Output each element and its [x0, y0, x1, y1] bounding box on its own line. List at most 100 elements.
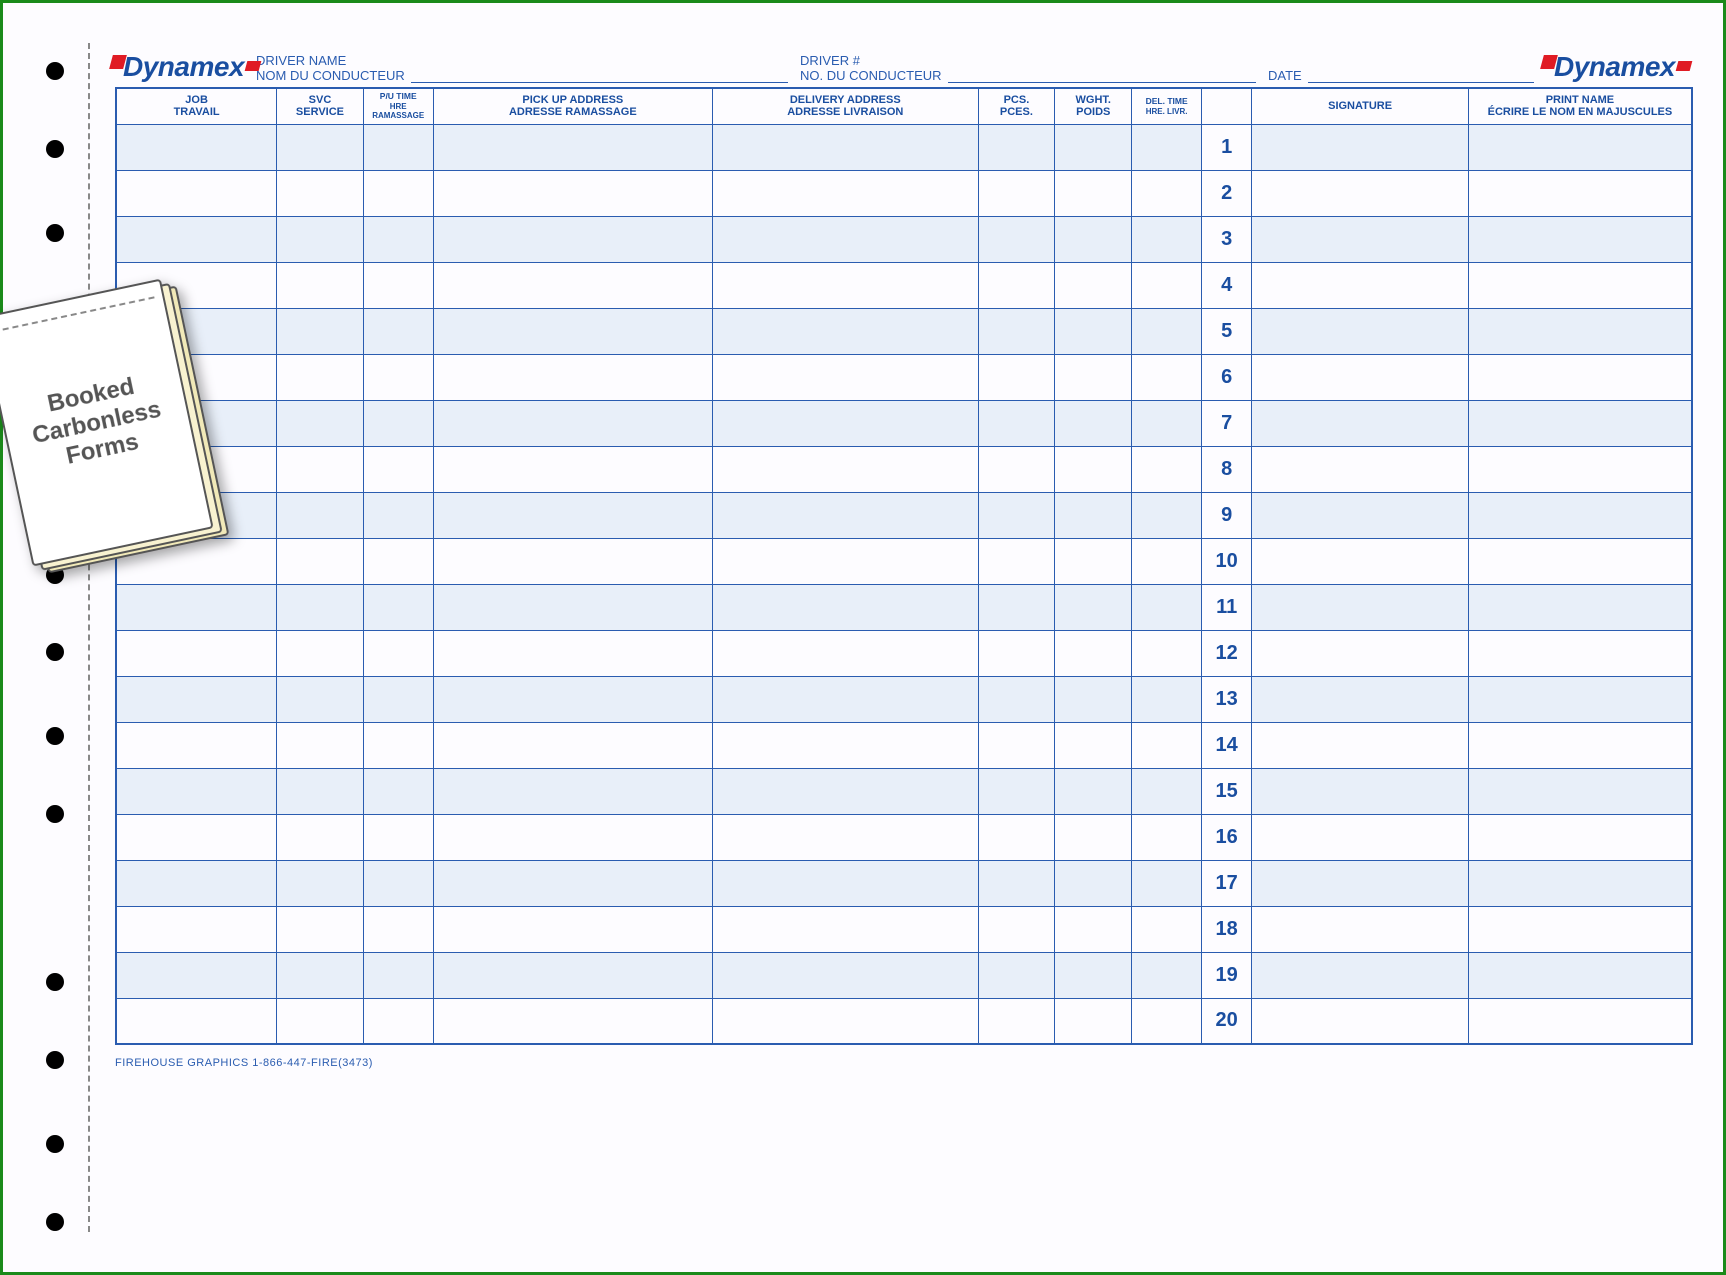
cell[interactable]: [978, 998, 1055, 1044]
cell[interactable]: [277, 216, 364, 262]
cell[interactable]: [1468, 538, 1692, 584]
cell[interactable]: [433, 354, 712, 400]
cell[interactable]: [713, 814, 978, 860]
cell[interactable]: [433, 768, 712, 814]
cell[interactable]: [116, 124, 277, 170]
cell[interactable]: [277, 492, 364, 538]
cell[interactable]: [363, 124, 433, 170]
cell[interactable]: [1252, 124, 1469, 170]
cell[interactable]: [363, 722, 433, 768]
cell[interactable]: [1132, 124, 1202, 170]
cell[interactable]: [1468, 354, 1692, 400]
cell[interactable]: [116, 216, 277, 262]
cell[interactable]: [1468, 814, 1692, 860]
cell[interactable]: [1468, 584, 1692, 630]
cell[interactable]: [277, 630, 364, 676]
cell[interactable]: [277, 998, 364, 1044]
cell[interactable]: [1132, 814, 1202, 860]
cell[interactable]: [116, 952, 277, 998]
cell[interactable]: [978, 262, 1055, 308]
cell[interactable]: [363, 492, 433, 538]
cell[interactable]: [1055, 492, 1132, 538]
cell[interactable]: [1468, 170, 1692, 216]
cell[interactable]: [1055, 216, 1132, 262]
cell[interactable]: [713, 860, 978, 906]
cell[interactable]: [1468, 492, 1692, 538]
cell[interactable]: [713, 124, 978, 170]
cell[interactable]: [277, 860, 364, 906]
cell[interactable]: [1252, 170, 1469, 216]
cell[interactable]: [978, 538, 1055, 584]
cell[interactable]: [1468, 768, 1692, 814]
cell[interactable]: [433, 630, 712, 676]
cell[interactable]: [1055, 170, 1132, 216]
cell[interactable]: [1468, 446, 1692, 492]
cell[interactable]: [116, 814, 277, 860]
cell[interactable]: [116, 722, 277, 768]
cell[interactable]: [1468, 722, 1692, 768]
cell[interactable]: [363, 216, 433, 262]
cell[interactable]: [978, 952, 1055, 998]
cell[interactable]: [1055, 676, 1132, 722]
cell[interactable]: [433, 400, 712, 446]
cell[interactable]: [277, 170, 364, 216]
cell[interactable]: [363, 354, 433, 400]
cell[interactable]: [277, 400, 364, 446]
cell[interactable]: [433, 952, 712, 998]
cell[interactable]: [978, 630, 1055, 676]
cell[interactable]: [277, 446, 364, 492]
cell[interactable]: [1055, 814, 1132, 860]
cell[interactable]: [116, 860, 277, 906]
cell[interactable]: [1468, 952, 1692, 998]
cell[interactable]: [1132, 906, 1202, 952]
cell[interactable]: [713, 170, 978, 216]
cell[interactable]: [1468, 906, 1692, 952]
cell[interactable]: [1055, 998, 1132, 1044]
cell[interactable]: [1055, 906, 1132, 952]
cell[interactable]: [978, 308, 1055, 354]
cell[interactable]: [1252, 814, 1469, 860]
cell[interactable]: [713, 906, 978, 952]
cell[interactable]: [978, 814, 1055, 860]
cell[interactable]: [433, 676, 712, 722]
cell[interactable]: [713, 998, 978, 1044]
cell[interactable]: [116, 676, 277, 722]
cell[interactable]: [363, 400, 433, 446]
cell[interactable]: [1252, 722, 1469, 768]
cell[interactable]: [1132, 446, 1202, 492]
cell[interactable]: [363, 860, 433, 906]
cell[interactable]: [1252, 308, 1469, 354]
cell[interactable]: [1132, 630, 1202, 676]
cell[interactable]: [1252, 446, 1469, 492]
cell[interactable]: [116, 584, 277, 630]
cell[interactable]: [1132, 262, 1202, 308]
cell[interactable]: [1132, 400, 1202, 446]
cell[interactable]: [363, 768, 433, 814]
cell[interactable]: [1055, 262, 1132, 308]
cell[interactable]: [1468, 216, 1692, 262]
cell[interactable]: [978, 860, 1055, 906]
cell[interactable]: [978, 676, 1055, 722]
cell[interactable]: [1468, 308, 1692, 354]
cell[interactable]: [1055, 952, 1132, 998]
cell[interactable]: [713, 262, 978, 308]
cell[interactable]: [277, 538, 364, 584]
cell[interactable]: [433, 216, 712, 262]
cell[interactable]: [1055, 768, 1132, 814]
cell[interactable]: [713, 308, 978, 354]
cell[interactable]: [433, 906, 712, 952]
cell[interactable]: [978, 216, 1055, 262]
cell[interactable]: [713, 584, 978, 630]
cell[interactable]: [433, 722, 712, 768]
cell[interactable]: [1132, 492, 1202, 538]
cell[interactable]: [713, 952, 978, 998]
cell[interactable]: [1055, 860, 1132, 906]
cell[interactable]: [433, 262, 712, 308]
driver-number-input[interactable]: [948, 65, 1256, 83]
cell[interactable]: [1468, 860, 1692, 906]
cell[interactable]: [1252, 630, 1469, 676]
cell[interactable]: [1252, 998, 1469, 1044]
cell[interactable]: [277, 768, 364, 814]
cell[interactable]: [713, 354, 978, 400]
cell[interactable]: [277, 814, 364, 860]
